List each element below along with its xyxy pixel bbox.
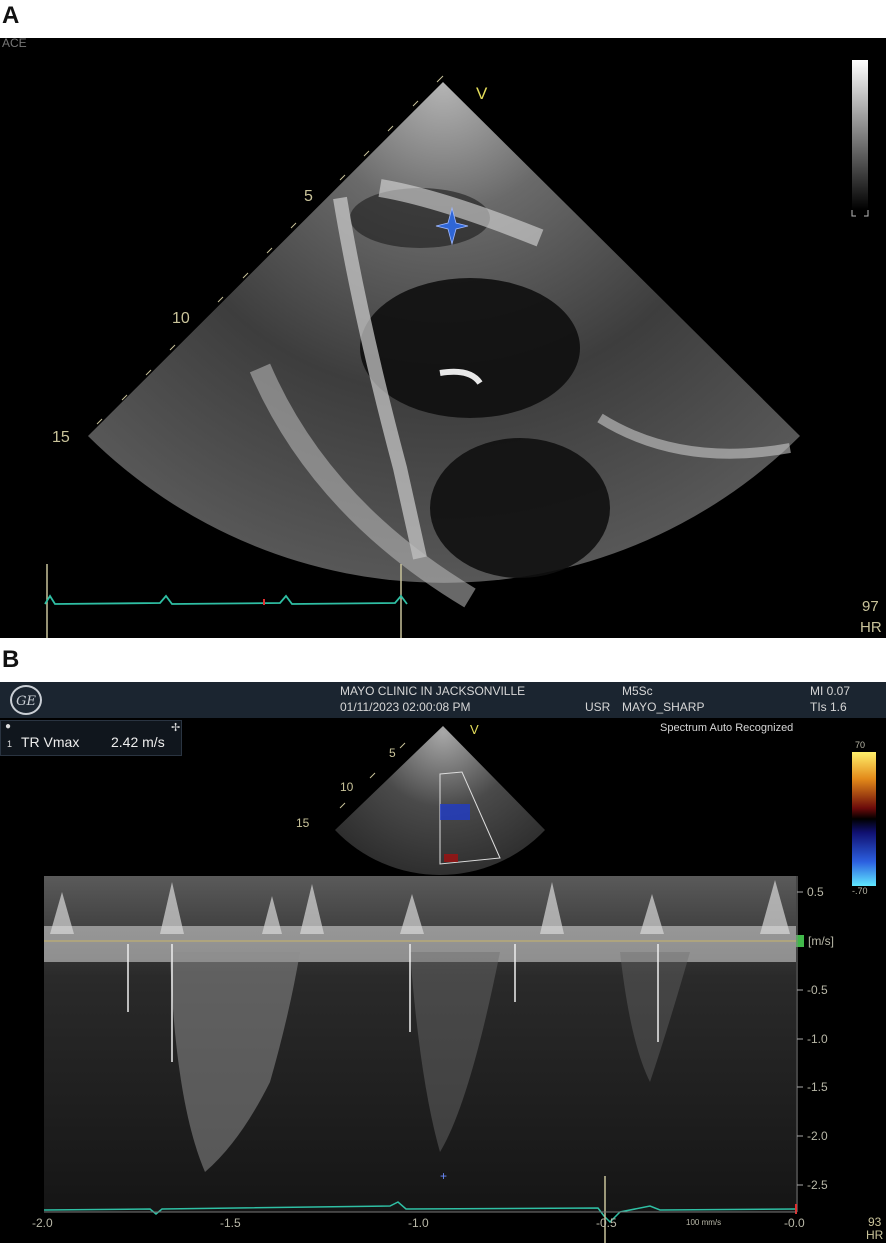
thumbnail-depth-15: 15 — [296, 816, 310, 830]
velocity-tick-0.5: 0.5 — [807, 885, 824, 899]
time-tick-neg2.0: -2.0 — [32, 1216, 53, 1230]
time-tick-neg1.5: -1.5 — [220, 1216, 241, 1230]
time-tick-0.0: -0.0 — [784, 1216, 805, 1230]
ecg-trace — [44, 594, 408, 605]
velocity-unit: [m/s] — [808, 934, 834, 948]
color-scale-bottom: -.70 — [852, 886, 868, 896]
la-cavity — [430, 438, 610, 578]
color-flow-region — [440, 804, 470, 820]
hr-value: 97 — [862, 598, 879, 615]
velocity-tick-neg0.5: -0.5 — [807, 983, 828, 997]
color-scale-bar — [852, 752, 876, 886]
panel-a-letter: A — [2, 2, 20, 29]
velocity-tick-neg1.0: -1.0 — [807, 1032, 828, 1046]
orientation-marker: V — [476, 84, 488, 103]
velocity-tick-neg1.5: -1.5 — [807, 1080, 828, 1094]
hr-label: HR — [860, 619, 882, 636]
color-scale-top: 70 — [855, 740, 866, 750]
lv-cavity — [360, 278, 580, 418]
depth-label-5: 5 — [304, 188, 313, 205]
time-tick-neg1.0: -1.0 — [408, 1216, 429, 1230]
doppler-display: + — [43, 726, 876, 1243]
grayscale-bar — [852, 60, 868, 210]
thumbnail-depth-5: 5 — [389, 746, 396, 760]
doppler-panel-b: GE MAYO CLINIC IN JACKSONVILLE 01/11/202… — [0, 682, 886, 1243]
depth-label-15: 15 — [52, 429, 70, 446]
parasternal-sector-image — [44, 60, 869, 638]
vmax-caliper-icon: + — [440, 1169, 447, 1183]
echo-panel-a: ACE V 5 10 15 97 HR — [0, 38, 886, 638]
velocity-tick-neg2.0: -2.0 — [807, 1129, 828, 1143]
thumbnail-orientation-marker: V — [470, 722, 479, 737]
hr-label-b: HR — [866, 1228, 884, 1242]
time-tick-neg0.5: -0.5 — [596, 1216, 617, 1230]
thumbnail-depth-10: 10 — [340, 780, 354, 794]
velocity-tick-neg2.5: -2.5 — [807, 1178, 828, 1192]
sweep-speed: 100 mm/s — [686, 1218, 722, 1227]
depth-label-10: 10 — [172, 310, 190, 327]
panel-b-letter: B — [2, 646, 20, 673]
hr-value-b: 93 — [868, 1215, 882, 1229]
